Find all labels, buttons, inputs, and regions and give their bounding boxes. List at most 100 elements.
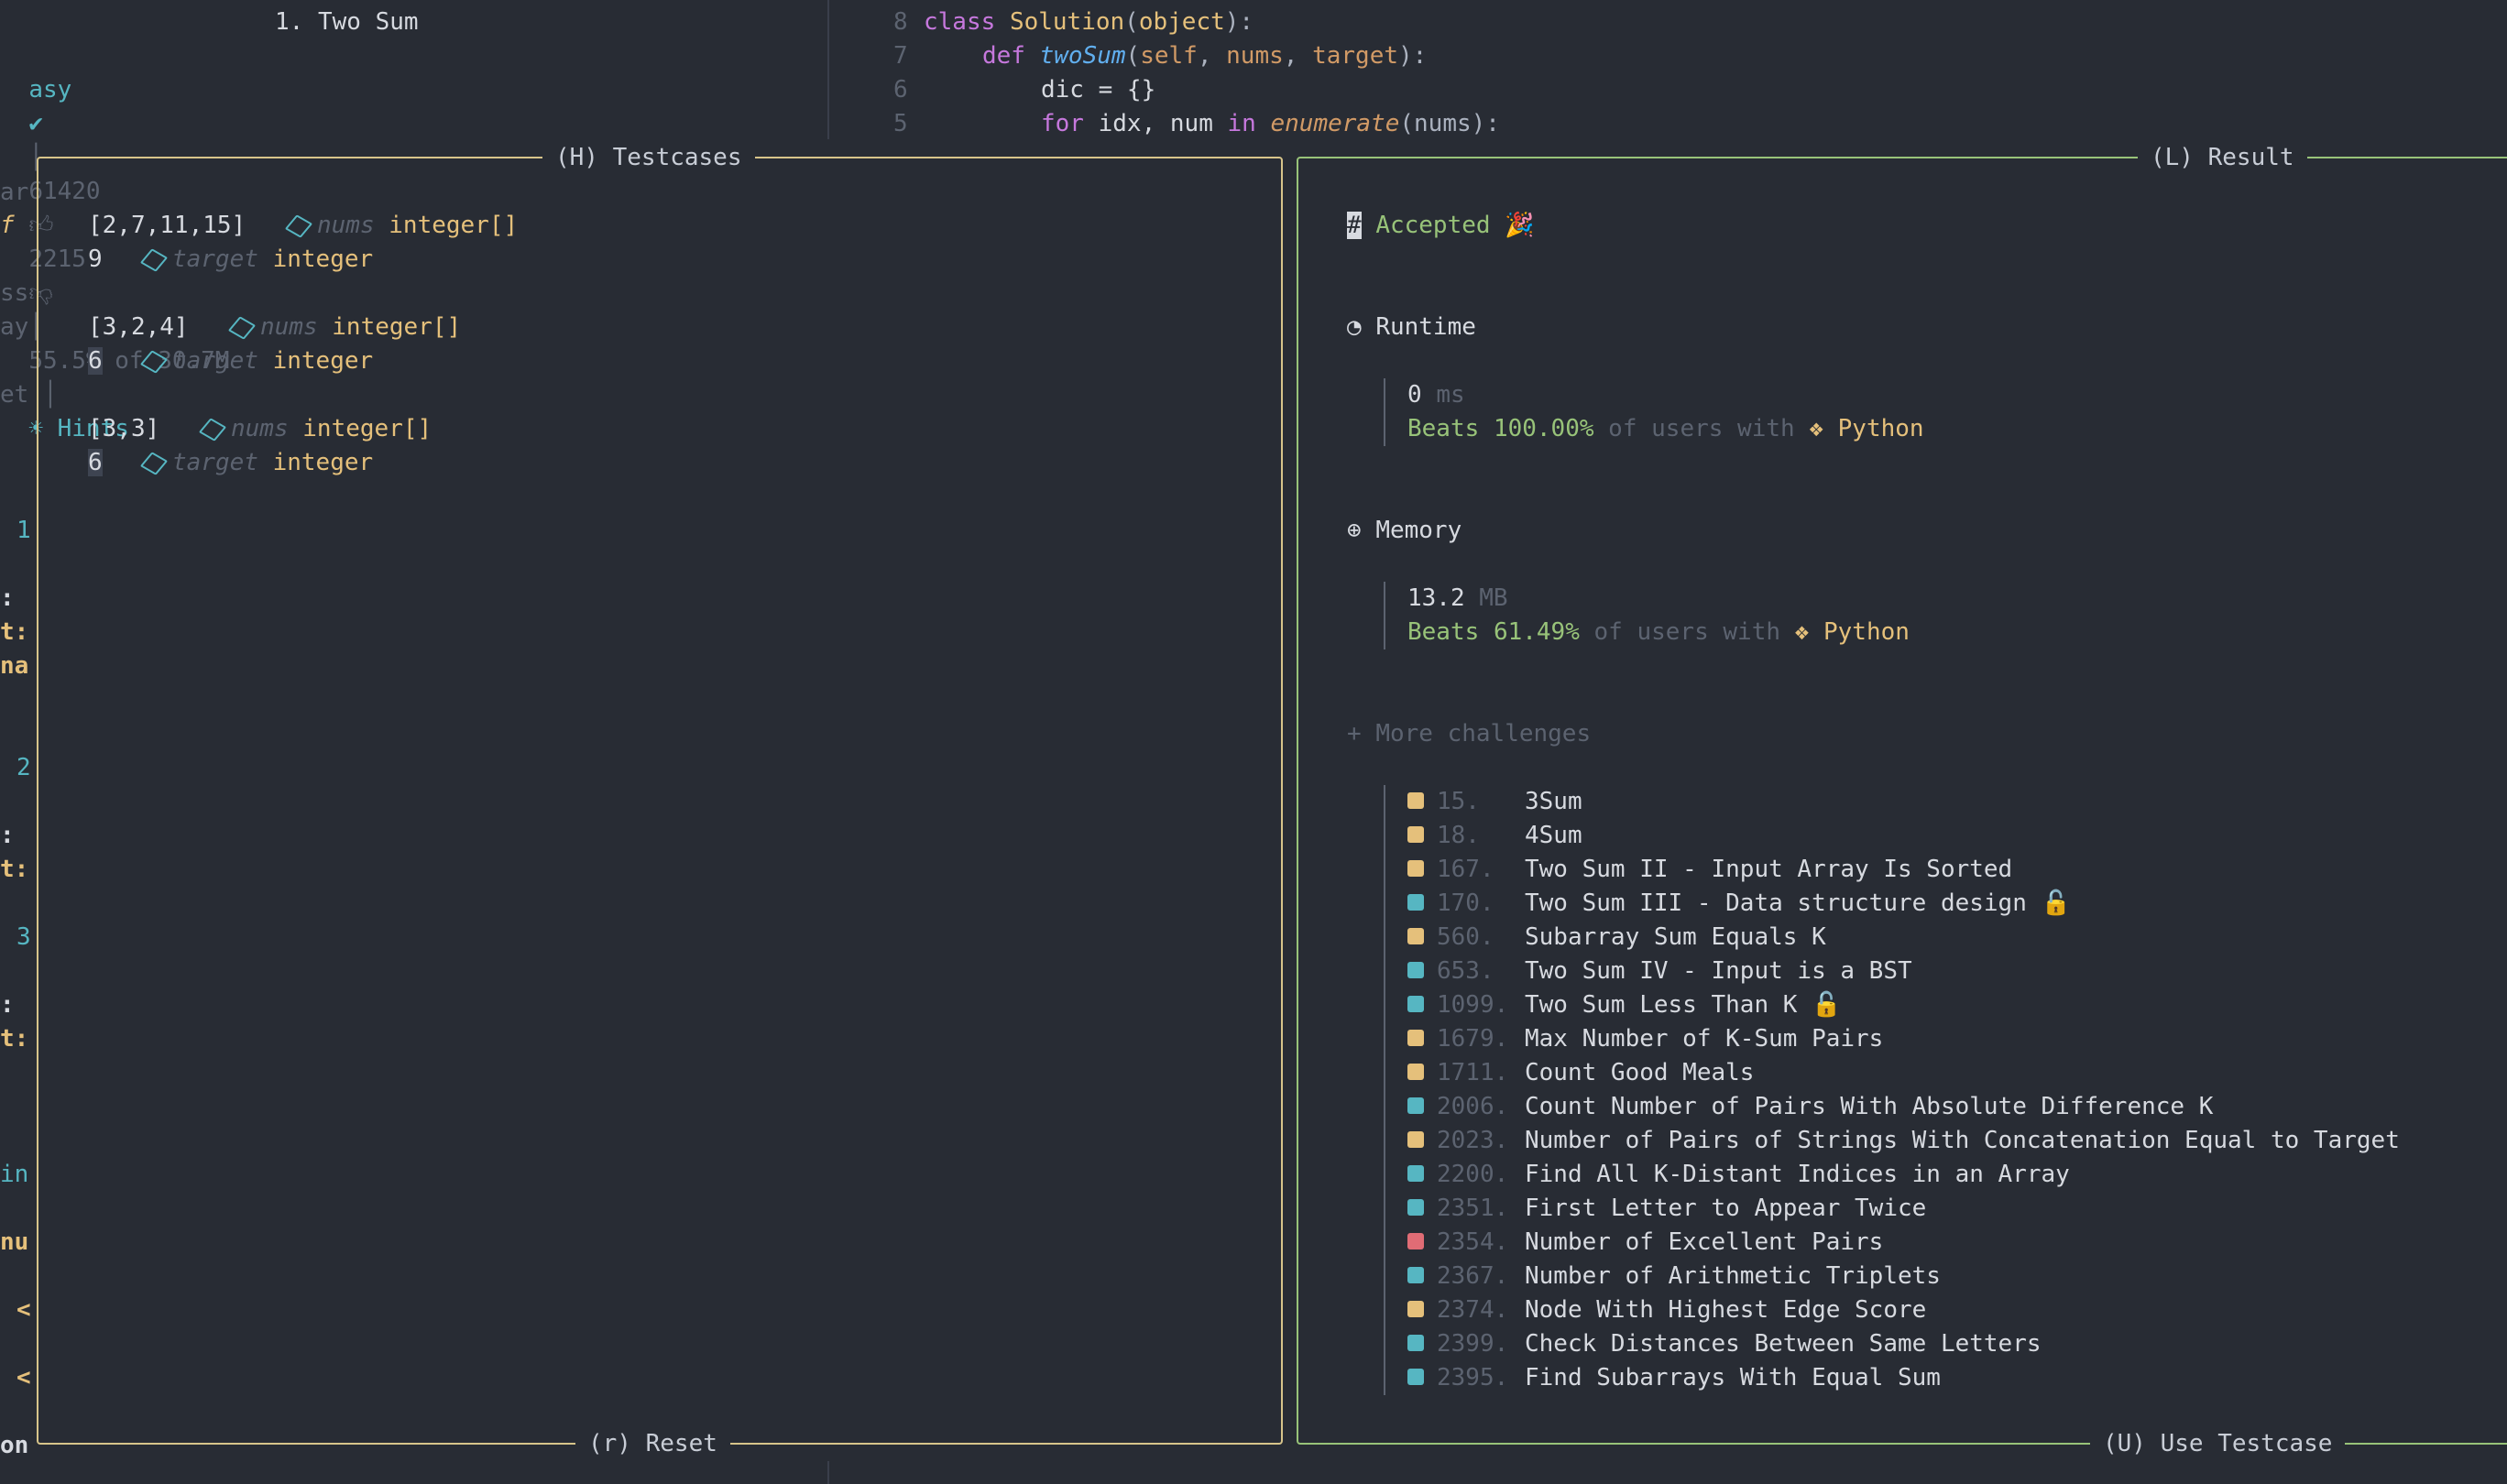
- testcase-value[interactable]: 6: [88, 344, 103, 378]
- challenge-item[interactable]: 2374. Node With Highest Edge Score: [1407, 1293, 1926, 1327]
- difficulty-label: asy: [28, 76, 72, 104]
- party-icon: 🎉: [1505, 212, 1535, 239]
- difficulty-dot-icon: [1407, 995, 1424, 1012]
- gutter-text: :: [0, 822, 15, 849]
- plus-icon: +: [1347, 720, 1362, 747]
- challenge-number: 560.: [1437, 923, 1494, 951]
- python-icon: ❖: [1809, 415, 1823, 442]
- gutter-text: nu: [0, 1228, 29, 1256]
- testcase-value[interactable]: 6: [88, 446, 103, 480]
- challenge-item[interactable]: 167. Two Sum II - Input Array Is Sorted: [1407, 853, 2012, 887]
- difficulty-dot-icon: [1407, 1130, 1424, 1148]
- challenge-number: 1099.: [1437, 991, 1509, 1019]
- pane-divider[interactable]: [827, 0, 829, 139]
- gutter-text: t:: [0, 1025, 29, 1053]
- challenge-title: Two Sum IV - Input is a BST: [1525, 957, 1912, 985]
- challenge-item[interactable]: 2200. Find All K-Distant Indices in an Ar…: [1407, 1158, 2070, 1192]
- difficulty-dot-icon: [1407, 1198, 1424, 1216]
- challenge-item[interactable]: 653. Two Sum IV - Input is a BST: [1407, 955, 1912, 988]
- difficulty-dot-icon: [1407, 893, 1424, 911]
- more-challenges-toggle[interactable]: + More challenges: [1347, 717, 1591, 751]
- challenge-number: 167.: [1437, 856, 1494, 883]
- gutter-text: ss: [0, 279, 29, 307]
- challenge-item[interactable]: 2399. Check Distances Between Same Letter…: [1407, 1327, 2042, 1361]
- gutter-text: t:: [0, 618, 29, 646]
- cube-icon: [198, 417, 227, 442]
- challenge-item[interactable]: 2006. Count Number of Pairs With Absolute…: [1407, 1090, 2213, 1124]
- testcases-title: (H) Testcases: [542, 144, 755, 171]
- use-testcase-button[interactable]: (U) Use Testcase: [2090, 1430, 2346, 1457]
- python-icon: ❖: [1794, 618, 1810, 646]
- challenge-title: Two Sum II - Input Array Is Sorted: [1525, 856, 2013, 883]
- challenge-item[interactable]: 18. 4Sum: [1407, 819, 1582, 853]
- testcase-value[interactable]: 9: [88, 243, 103, 277]
- challenge-number: 2200.: [1437, 1161, 1509, 1188]
- param-label: target integer: [139, 243, 373, 277]
- difficulty-dot-icon: [1407, 859, 1424, 877]
- gutter-text: on: [0, 1432, 29, 1459]
- challenge-number: 2006.: [1437, 1093, 1509, 1120]
- difficulty-dot-icon: [1407, 825, 1424, 843]
- difficulty-dot-icon: [1407, 961, 1424, 978]
- testcase-value[interactable]: [3,2,4]: [88, 311, 189, 344]
- challenge-item[interactable]: 560. Subarray Sum Equals K: [1407, 921, 1826, 955]
- challenge-number: 2367.: [1437, 1262, 1509, 1290]
- gutter-text: <: [16, 1364, 31, 1391]
- difficulty-dot-icon: [1407, 927, 1424, 944]
- challenge-item[interactable]: 1711. Count Good Meals: [1407, 1056, 1754, 1090]
- difficulty-dot-icon: [1407, 1232, 1424, 1249]
- runtime-bar: [1384, 378, 1385, 446]
- difficulty-dot-icon: [1407, 791, 1424, 809]
- unlock-icon: 🔓: [1797, 991, 1842, 1019]
- param-label: nums integer[]: [227, 311, 461, 344]
- challenge-number: 1711.: [1437, 1059, 1509, 1086]
- challenge-number: 170.: [1437, 889, 1494, 917]
- gutter-text: et: [0, 381, 29, 409]
- challenge-item[interactable]: 2395. Find Subarrays With Equal Sum: [1407, 1361, 1941, 1395]
- problem-title: 1. Two Sum: [275, 8, 419, 36]
- difficulty-dot-icon: [1407, 1334, 1424, 1351]
- cube-icon: [227, 315, 257, 340]
- chip-icon: ⊕: [1347, 517, 1362, 544]
- challenge-number: 2351.: [1437, 1195, 1509, 1222]
- cube-icon: [139, 451, 169, 475]
- challenge-item[interactable]: 170. Two Sum III - Data structure design …: [1407, 887, 2071, 921]
- challenge-item[interactable]: 1679. Max Number of K-Sum Pairs: [1407, 1022, 1883, 1056]
- challenge-number: 2354.: [1437, 1228, 1509, 1256]
- gutter-text: <: [16, 1296, 31, 1324]
- code-line: for idx, num in enumerate(nums):: [1041, 110, 1500, 137]
- challenge-item[interactable]: 15. 3Sum: [1407, 785, 1582, 819]
- challenge-title: Max Number of K-Sum Pairs: [1525, 1025, 1884, 1053]
- challenge-item[interactable]: 2023. Number of Pairs of Strings With Con…: [1407, 1124, 2400, 1158]
- challenge-number: 2374.: [1437, 1296, 1509, 1324]
- challenge-title: Count Good Meals: [1525, 1059, 1755, 1086]
- reset-button[interactable]: (r) Reset: [575, 1430, 730, 1457]
- code-line: def twoSum(self, nums, target):: [982, 42, 1428, 70]
- challenge-title: First Letter to Appear Twice: [1525, 1195, 1927, 1222]
- challenge-title: Number of Excellent Pairs: [1525, 1228, 1884, 1256]
- challenge-item[interactable]: 2351. First Letter to Appear Twice: [1407, 1192, 1926, 1226]
- challenge-number: 653.: [1437, 957, 1494, 985]
- challenge-item[interactable]: 2367. Number of Arithmetic Triplets: [1407, 1260, 1941, 1293]
- gutter-text: :: [0, 991, 15, 1019]
- challenge-number: 1679.: [1437, 1025, 1509, 1053]
- gauge-icon: ◔: [1347, 313, 1362, 341]
- challenge-title: Node With Highest Edge Score: [1525, 1296, 1927, 1324]
- gutter-text: 1: [16, 517, 31, 544]
- reset-label: (r) Reset: [588, 1430, 717, 1457]
- challenge-title: Check Distances Between Same Letters: [1525, 1330, 2042, 1358]
- accepted-label: Accepted: [1375, 212, 1491, 239]
- gutter-text: f: [0, 212, 15, 239]
- testcase-value[interactable]: [2,7,11,15]: [88, 209, 246, 243]
- challenge-item[interactable]: 1099. Two Sum Less Than K 🔓: [1407, 988, 1841, 1022]
- memory-heading: ⊕ Memory: [1347, 517, 1462, 544]
- line-number: 6: [893, 76, 908, 104]
- challenge-number: 2399.: [1437, 1330, 1509, 1358]
- line-number: 5: [893, 110, 908, 137]
- testcase-value[interactable]: [3,3]: [88, 412, 159, 446]
- challenge-item[interactable]: 2354. Number of Excellent Pairs: [1407, 1226, 1883, 1260]
- gutter-text: 2: [16, 754, 31, 781]
- challenge-title: Find Subarrays With Equal Sum: [1525, 1364, 1941, 1391]
- difficulty-dot-icon: [1407, 1300, 1424, 1317]
- memory-beats: Beats 61.49% of users with ❖ Python: [1407, 618, 1910, 646]
